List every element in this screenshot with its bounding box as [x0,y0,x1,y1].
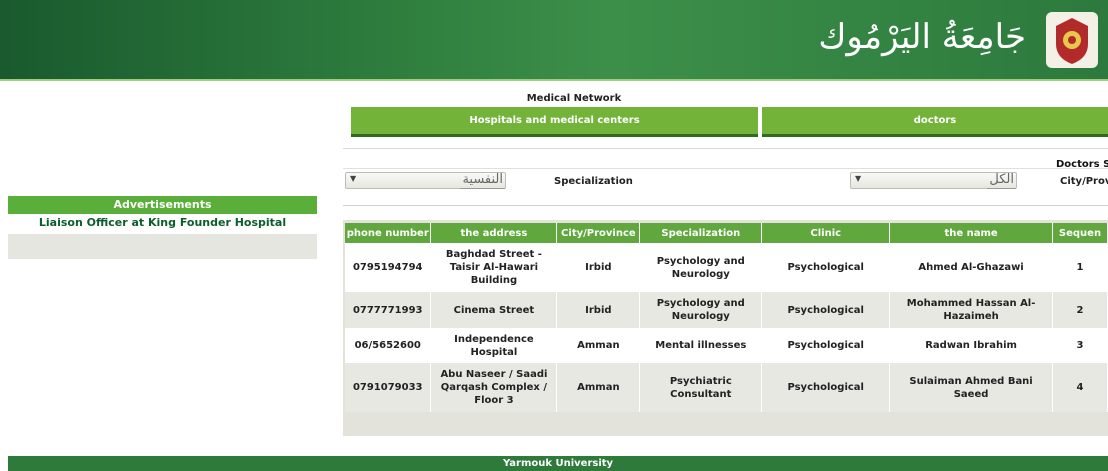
table-row: 0791079033 Abu Naseer / Saadi Qarqash Co… [345,363,1108,412]
university-emblem-icon [1046,12,1098,68]
column-header: Sequen [1052,223,1108,243]
dropdown-arrow-icon: ▼ [350,174,357,183]
table-cell: 0777771993 [345,292,432,328]
table-row: 06/5652600 Independence Hospital Amman M… [345,328,1108,363]
column-header: Specialization [639,223,763,243]
city-select-value: الكل [987,172,1016,189]
table-cell: Sulaiman Ahmed Bani Saeed [889,363,1053,412]
city-label: City/Provi [1060,176,1108,187]
tab-hospitals[interactable]: Hospitals and medical centers [351,107,758,137]
advertisements-title: Advertisements [8,196,317,214]
city-select[interactable]: ▼ الكل [850,172,1017,189]
table-row: 0795194794 Baghdad Street - Taisir Al-Ha… [345,243,1108,292]
university-logo-text: جَامِعَةُ اليَرْمُوك [818,17,1026,57]
column-header: the name [889,223,1053,243]
table-cell: 0791079033 [345,363,432,412]
advertisements-panel: Advertisements Liaison Officer at King F… [8,196,317,259]
table-cell: 4 [1052,363,1108,412]
table-cell: Radwan Ibrahim [889,328,1053,363]
specialization-label: Specialization [554,176,633,187]
column-header: phone number [345,223,432,243]
table-cell: Ahmed Al-Ghazawi [889,243,1053,292]
site-header: جَامِعَةُ اليَرْمُوك [0,0,1108,79]
tab-doctors[interactable]: doctors [762,107,1108,137]
specialization-select-value: النفسية [460,172,505,189]
page-title: Medical Network [526,93,622,104]
table-row: 0777771993 Cinema Street Irbid Psycholog… [345,292,1108,328]
table-cell: Independence Hospital [430,328,558,363]
table-cell: 06/5652600 [345,328,432,363]
table-cell: Psychological [761,292,891,328]
dropdown-arrow-icon: ▼ [855,174,862,183]
column-header: the address [430,223,558,243]
table-cell: Psychological [761,363,891,412]
table-cell: Irbid [556,243,641,292]
table-cell: Abu Naseer / Saadi Qarqash Complex / Flo… [430,363,558,412]
table-cell: Irbid [556,292,641,328]
table-cell: Psychiatric Consultant [639,363,763,412]
section-divider [343,148,1108,149]
doctors-table-container: phone number the address City/Province S… [343,220,1108,436]
table-cell: Cinema Street [430,292,558,328]
header-divider [0,79,1108,81]
table-cell: Psychological [761,328,891,363]
advertisement-link[interactable]: Liaison Officer at King Founder Hospital [8,214,317,234]
table-cell: Mental illnesses [639,328,763,363]
table-cell: 2 [1052,292,1108,328]
table-cell: Amman [556,363,641,412]
table-cell: Mohammed Hassan Al-Hazaimeh [889,292,1053,328]
column-header: City/Province [556,223,641,243]
table-cell: 3 [1052,328,1108,363]
table-cell: 1 [1052,243,1108,292]
table-cell: Amman [556,328,641,363]
table-cell: Psychology and Neurology [639,243,763,292]
table-cell: Baghdad Street - Taisir Al-Hawari Buildi… [430,243,558,292]
column-header: Clinic [761,223,891,243]
table-header-row: phone number the address City/Province S… [345,223,1108,243]
table-cell: Psychology and Neurology [639,292,763,328]
table-cell: Psychological [761,243,891,292]
site-footer: Yarmouk University [8,456,1108,471]
doctors-table: phone number the address City/Province S… [345,223,1108,412]
specialization-select[interactable]: ▼ النفسية [345,172,506,189]
table-cell: 0795194794 [345,243,432,292]
